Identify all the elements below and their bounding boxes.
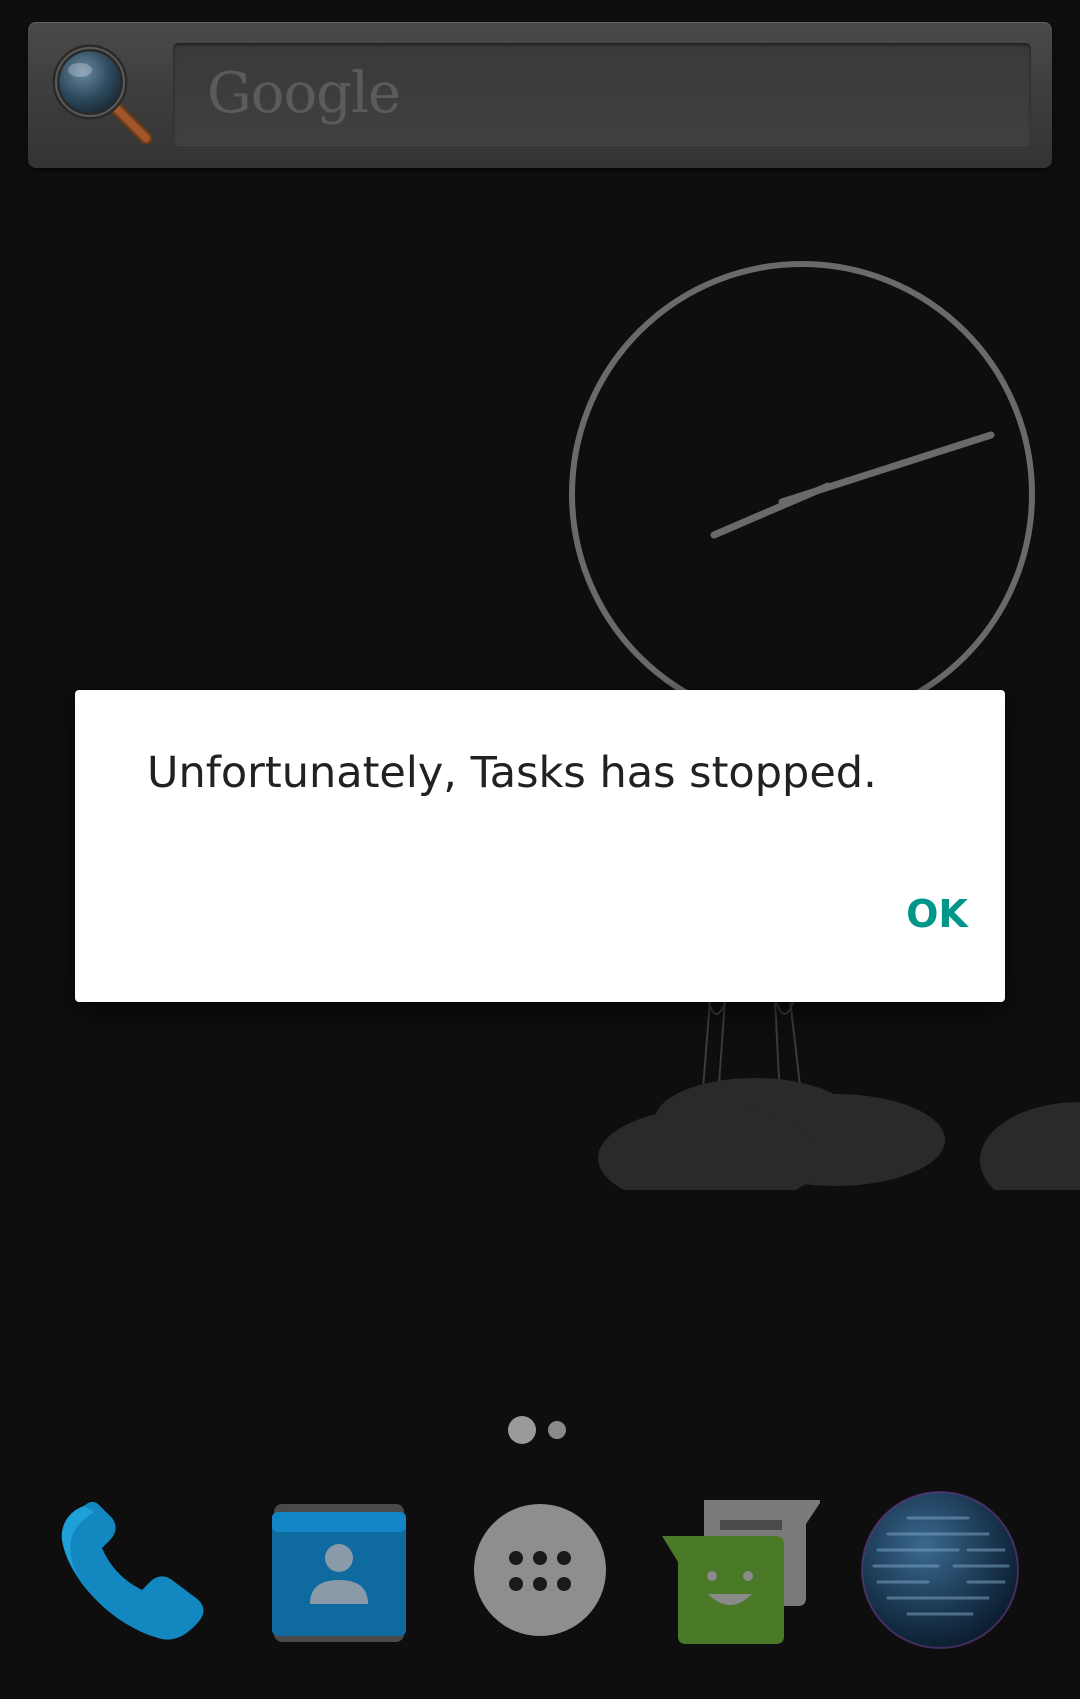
ok-button[interactable]: OK bbox=[887, 876, 987, 952]
app-crash-dialog: Unfortunately, Tasks has stopped. OK bbox=[75, 690, 1005, 1002]
home-screen: Google Unfortunately, Tasks has stopped.… bbox=[0, 0, 1080, 1699]
dialog-message: Unfortunately, Tasks has stopped. bbox=[147, 748, 877, 798]
